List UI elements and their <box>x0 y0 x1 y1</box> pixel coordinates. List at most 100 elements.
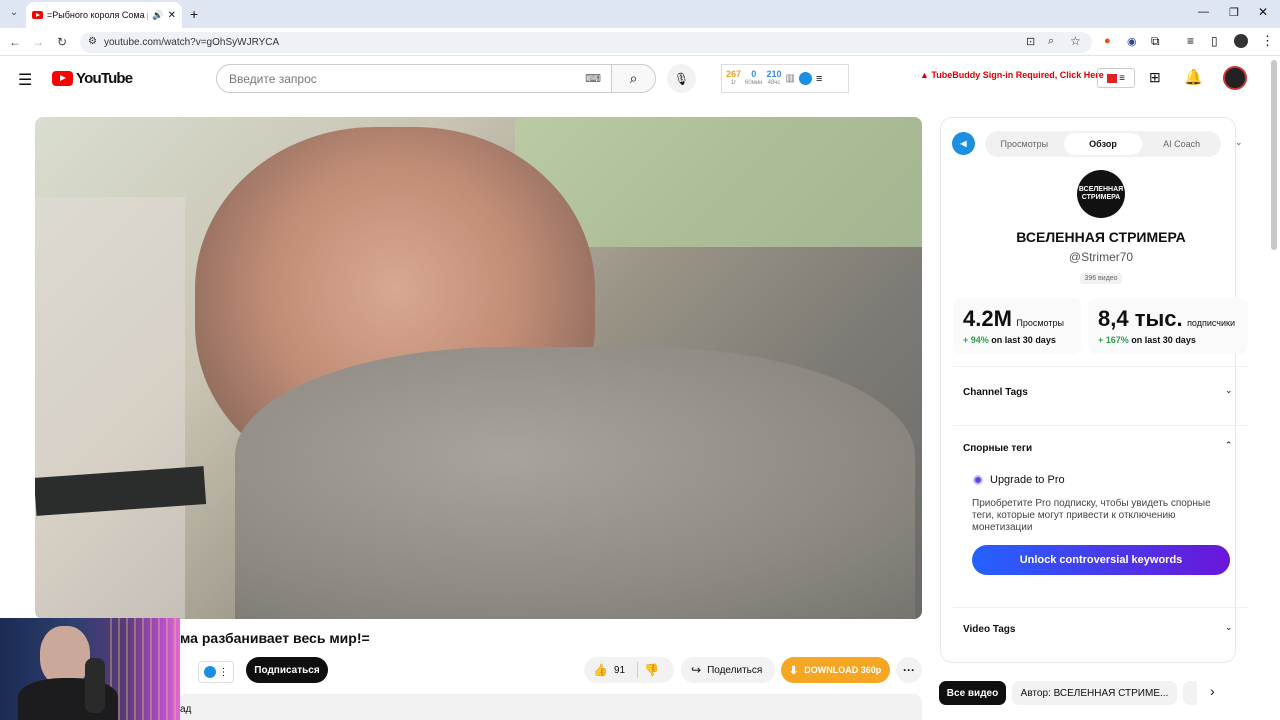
description-text: ад <box>180 704 192 715</box>
panel-tab-switcher: Просмотры Обзор AI Coach <box>985 131 1221 157</box>
tab-views[interactable]: Просмотры <box>985 133 1064 155</box>
vidiq-stats-widget[interactable]: 267 1г 0 60мин 210 48чс ▥ ≡ <box>721 64 849 93</box>
extensions-puzzle-icon[interactable]: ⧉ <box>1151 34 1160 49</box>
back-icon[interactable]: ← <box>7 35 23 49</box>
stat-label: 60мин <box>745 79 763 86</box>
chevron-up-icon: ⌃ <box>1225 440 1233 450</box>
tubebuddy-menu-button[interactable]: ≡ <box>1097 68 1135 88</box>
channel-tags-section[interactable]: Channel Tags ⌄ <box>953 366 1249 416</box>
new-tab-icon[interactable]: + <box>190 6 198 22</box>
stat-48h: 210 48чс <box>767 69 782 88</box>
upgrade-description: Приобретите Pro подписку, чтобы увидеть … <box>972 498 1211 533</box>
chart-icon[interactable]: ▥ <box>786 73 795 84</box>
controversial-tags-label: Спорные теги <box>963 443 1033 454</box>
vidiq-channel-button[interactable]: ⋮ <box>198 661 234 683</box>
chip-all-videos[interactable]: Все видео <box>939 681 1006 705</box>
share-button[interactable]: ↪ Поделиться <box>681 657 775 683</box>
webcam-microphone <box>85 658 105 713</box>
install-icon[interactable]: ⊡ <box>1026 35 1035 48</box>
more-actions-icon[interactable]: ··· <box>896 657 922 683</box>
create-video-icon[interactable]: ⊞ <box>1149 69 1161 86</box>
like-count[interactable]: 91 <box>614 665 625 676</box>
subs-label: подписчики <box>1187 318 1235 328</box>
zoom-icon[interactable]: ⌕ <box>1048 35 1054 48</box>
video-window-light <box>35 197 185 619</box>
speaker-icon[interactable]: 🔊 <box>152 10 163 21</box>
tubebuddy-warning[interactable]: ▲ TubeBuddy Sign-in Required, Click Here <box>920 70 1104 80</box>
stat-label: 48чс <box>767 79 781 86</box>
channel-name: ВСЕЛЕННАЯ СТРИМЕРА <box>1016 229 1186 245</box>
stat-value: 0 <box>751 68 757 79</box>
youtube-logo[interactable]: YouTube <box>52 70 133 87</box>
tab-search-icon[interactable]: ⌄ <box>6 7 22 18</box>
browser-tab-bar: ⌄ =Рыбного короля Сома р 🔊 ✕ + — ❐ ✕ <box>0 0 1280 28</box>
media-icon[interactable]: ≡ <box>1187 34 1194 48</box>
video-shirt <box>235 347 915 619</box>
video-tags-label: Video Tags <box>963 624 1016 635</box>
chips-next-icon[interactable]: › <box>1210 683 1215 699</box>
browser-menu-icon[interactable]: ⋮ <box>1261 33 1274 49</box>
stat-60min: 0 60мин <box>745 68 763 88</box>
close-tab-icon[interactable]: ✕ <box>168 10 176 21</box>
subscribe-button[interactable]: Подписаться <box>246 657 328 683</box>
like-dislike-group: 👍 91 👎 <box>584 657 674 683</box>
video-player[interactable] <box>35 117 922 619</box>
reload-icon[interactable]: ↻ <box>54 35 70 49</box>
thumbs-down-icon[interactable]: 👎 <box>644 663 659 677</box>
vidiq-icon <box>203 666 216 678</box>
close-window-icon[interactable]: ✕ <box>1258 5 1268 19</box>
voice-search-button[interactable]: 🎙 <box>667 64 696 93</box>
search-input[interactable]: Введите запрос ⌨ <box>216 64 612 93</box>
tubebuddy-warning-text: TubeBuddy Sign-in Required, Click Here <box>931 70 1104 80</box>
bookmark-star-icon[interactable]: ☆ <box>1070 34 1081 48</box>
views-card: 4.2M Просмотры + 94% on last 30 days <box>953 298 1081 354</box>
subs-period: on last 30 days <box>1131 335 1196 345</box>
search-icon: ⌕ <box>629 70 638 86</box>
forward-icon[interactable]: → <box>30 35 46 49</box>
extension-blue-icon[interactable]: ◉ <box>1127 35 1137 48</box>
download-button[interactable]: ⬇ DOWNLOAD 360p <box>781 657 890 683</box>
keyboard-icon[interactable]: ⌨ <box>585 72 601 85</box>
browser-tab[interactable]: =Рыбного короля Сома р 🔊 ✕ <box>26 2 182 28</box>
youtube-favicon-icon <box>32 11 43 19</box>
site-info-icon[interactable]: ⚙ <box>88 36 97 47</box>
tab-ai-coach[interactable]: AI Coach <box>1142 133 1221 155</box>
tab-overview[interactable]: Обзор <box>1063 133 1143 155</box>
video-tags-section[interactable]: Video Tags ⌄ <box>953 607 1249 651</box>
stat-label: 1г <box>730 79 737 86</box>
share-label: Поделиться <box>707 664 763 676</box>
unlock-keywords-button[interactable]: Unlock controversial keywords <box>972 545 1230 575</box>
minimize-icon[interactable]: — <box>1198 6 1209 18</box>
thumbs-up-icon[interactable]: 👍 <box>584 663 608 677</box>
chip-partial[interactable] <box>1183 681 1197 705</box>
search-placeholder: Введите запрос <box>229 72 317 86</box>
account-avatar[interactable] <box>1223 66 1247 90</box>
chip-author[interactable]: Автор: ВСЕЛЕННАЯ СТРИМЕ... <box>1012 681 1177 705</box>
views-value: 4.2M <box>963 306 1012 331</box>
stat-1g: 267 1г <box>726 69 741 88</box>
page-scrollbar[interactable] <box>1271 60 1277 250</box>
restore-icon[interactable]: ❐ <box>1229 6 1239 19</box>
webcam-lights <box>110 618 180 720</box>
stats-menu-icon[interactable]: ≡ <box>816 73 822 85</box>
sidepanel-icon[interactable]: ▯ <box>1211 34 1218 48</box>
url-text: youtube.com/watch?v=gOhSyWJRYCA <box>104 37 280 48</box>
description-box[interactable]: ад <box>178 694 922 720</box>
tab-title: =Рыбного короля Сома р <box>47 10 149 20</box>
youtube-logo-icon <box>52 71 73 86</box>
vidiq-logo-icon[interactable] <box>798 72 812 85</box>
panel-collapse-icon[interactable]: ⌄ <box>1235 137 1243 148</box>
pro-badge-icon <box>973 475 983 485</box>
search-button[interactable]: ⌕ <box>611 64 656 93</box>
hamburger-menu-icon[interactable]: ☰ <box>18 70 32 90</box>
profile-avatar-icon[interactable] <box>1234 34 1248 48</box>
notifications-bell-icon[interactable]: 🔔 <box>1184 68 1203 86</box>
channel-avatar[interactable]: ВСЕЛЕННАЯ СТРИМЕРА <box>1077 170 1125 218</box>
tubebuddy-icon <box>1107 73 1118 83</box>
video-count-badge: 396 видео <box>1080 273 1122 284</box>
channel-tags-label: Channel Tags <box>963 387 1028 398</box>
extension-fire-icon[interactable]: ● <box>1104 35 1111 47</box>
youtube-logo-text: YouTube <box>76 70 133 87</box>
subs-growth: + 167% <box>1098 335 1129 345</box>
url-field[interactable]: ⚙ youtube.com/watch?v=gOhSyWJRYCA ⊡ ⌕ ☆ <box>80 32 1092 53</box>
